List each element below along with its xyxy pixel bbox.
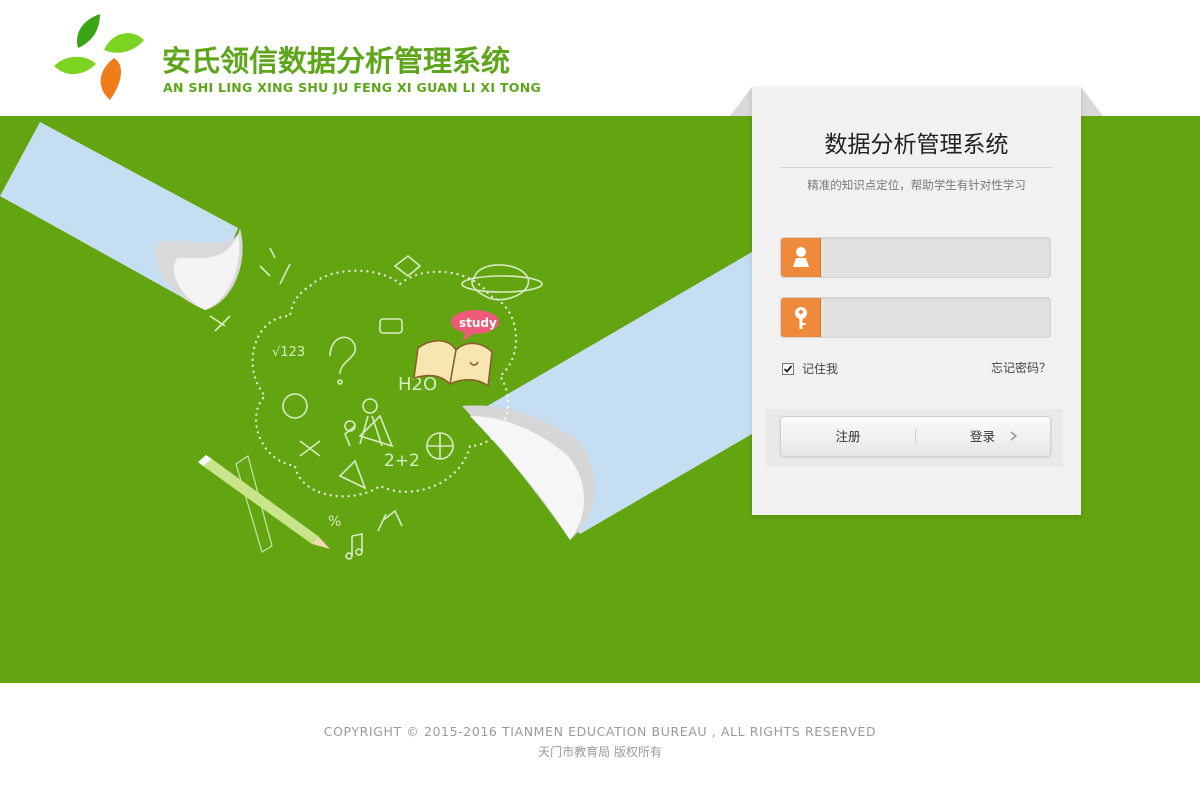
password-input[interactable] <box>823 298 1048 337</box>
card-fold-left <box>730 87 752 116</box>
login-subtitle: 精准的知识点定位，帮助学生有针对性学习 <box>807 178 1026 192</box>
right-paper-strip <box>462 252 752 540</box>
remember-me[interactable]: 记住我 <box>782 360 838 377</box>
copyright-text: COPYRIGHT © 2015-2016 TIANMEN EDUCATION … <box>323 724 877 739</box>
remember-label: 记住我 <box>802 362 839 376</box>
login-title: 数据分析管理系统 <box>824 132 1009 158</box>
doodle-percent: % <box>328 514 341 530</box>
study-badge: study <box>451 310 499 342</box>
register-button[interactable]: 注册 <box>781 417 915 456</box>
check-icon <box>783 364 793 373</box>
question-mark-doodle <box>329 336 357 375</box>
doodle-sqrt: √123 <box>272 345 305 360</box>
logo-icon <box>54 14 144 100</box>
pencil-icon <box>198 455 330 553</box>
footer: COPYRIGHT © 2015-2016 TIANMEN EDUCATION … <box>0 683 1200 800</box>
login-title-divider <box>780 167 1053 168</box>
forgot-password-link[interactable]: 忘记密码？ <box>991 359 1051 376</box>
brand-title: 安氏领信数据分析管理系统 <box>162 44 511 78</box>
left-paper-strip <box>0 122 243 310</box>
owner-text: 天门市教育局 版权所有 <box>538 745 662 759</box>
remember-checkbox[interactable] <box>782 362 794 375</box>
username-input[interactable] <box>823 238 1048 277</box>
login-button[interactable]: 登录 <box>915 417 1050 456</box>
login-button-group: 注册 登录 <box>780 416 1051 457</box>
card-fold-right <box>1081 87 1103 116</box>
brand-pinyin: AN SHI LING XING SHU JU FENG XI GUAN LI … <box>163 80 542 95</box>
doodle-math: 2+2 <box>384 451 420 471</box>
chevron-right-icon <box>1010 431 1018 441</box>
user-icon <box>781 238 821 277</box>
login-page: 安氏领信数据分析管理系统 AN SHI LING XING SHU JU FEN… <box>0 0 1200 800</box>
login-panel: 数据分析管理系统 精准的知识点定位，帮助学生有针对性学习 记住我 忘记密码？ 注… <box>752 87 1081 515</box>
password-field <box>780 297 1051 338</box>
key-icon <box>781 298 821 337</box>
username-field <box>780 237 1051 278</box>
study-badge-text: study <box>459 316 497 330</box>
